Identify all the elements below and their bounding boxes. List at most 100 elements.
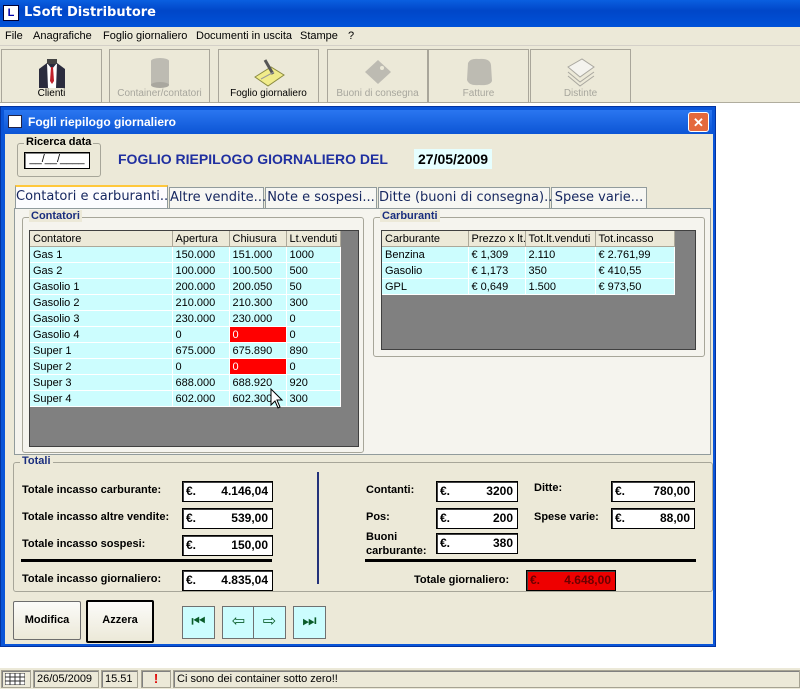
menu-file[interactable]: File xyxy=(5,30,23,42)
table-row[interactable]: Benzina € 1,309 2.110 € 2.761,99 xyxy=(382,246,675,263)
app-title-bar[interactable]: L LSoft Distributore xyxy=(0,0,800,27)
date-search-input[interactable]: __/__/____ xyxy=(24,152,90,169)
last-record-icon[interactable]: ⏭ xyxy=(293,606,326,639)
modifica-button[interactable]: Modifica xyxy=(13,601,81,640)
table-cell[interactable]: 675.000 xyxy=(172,342,230,359)
tot-giornaliero-incasso-field[interactable]: €. 4.835,04 xyxy=(182,570,273,591)
previous-record-icon[interactable]: ⇦ xyxy=(222,606,255,639)
contanti-field[interactable]: €. 3200 xyxy=(436,481,518,502)
contatori-grid[interactable]: Contatore Apertura Chiusura Lt.venduti Gas … xyxy=(29,230,359,447)
table-cell[interactable]: 230.000 xyxy=(172,310,230,327)
table-cell[interactable]: 2.110 xyxy=(525,246,596,263)
table-row[interactable]: Gasolio 4000 xyxy=(30,326,341,343)
table-cell[interactable]: € 0,649 xyxy=(468,278,526,295)
table-cell[interactable]: GPL xyxy=(382,278,469,295)
table-cell[interactable]: 1000 xyxy=(286,246,341,263)
contatori-header-0[interactable]: Contatore xyxy=(30,231,173,247)
table-cell[interactable]: € 1,173 xyxy=(468,262,526,279)
table-cell[interactable]: € 1,309 xyxy=(468,246,526,263)
carburanti-header-0[interactable]: Carburante xyxy=(382,231,469,247)
menu-stampe[interactable]: Stampe xyxy=(300,30,338,42)
table-cell[interactable]: 210.000 xyxy=(172,294,230,311)
table-cell[interactable]: € 2.761,99 xyxy=(595,246,675,263)
table-cell[interactable]: 200.000 xyxy=(172,278,230,295)
table-cell[interactable]: 150.000 xyxy=(172,246,230,263)
table-cell[interactable]: 50 xyxy=(286,278,341,295)
table-cell[interactable]: Gasolio 1 xyxy=(30,278,173,295)
table-row[interactable]: Gasolio 3 230.000 230.000 0 xyxy=(30,310,341,327)
tot-carburante-field[interactable]: €. 4.146,04 xyxy=(182,481,273,502)
table-cell[interactable]: 151.000 xyxy=(229,246,287,263)
table-cell[interactable]: Super 3 xyxy=(30,374,173,391)
menu-anagrafiche[interactable]: Anagrafiche xyxy=(33,30,92,42)
buoni-carburante-field[interactable]: €. 380 xyxy=(436,533,518,554)
table-cell[interactable]: 230.000 xyxy=(229,310,287,327)
table-cell[interactable]: 100.500 xyxy=(229,262,287,279)
table-cell[interactable]: 0 xyxy=(286,358,341,375)
table-row[interactable]: Gas 1 150.000 151.000 1000 xyxy=(30,246,341,263)
table-cell[interactable]: € 410,55 xyxy=(595,262,675,279)
carburanti-grid[interactable]: Carburante Prezzo x lt. Tot.lt.venduti Tot.… xyxy=(381,230,696,350)
table-cell[interactable]: 1.500 xyxy=(525,278,596,295)
contatori-header-3[interactable]: Lt.venduti xyxy=(286,231,341,247)
table-cell[interactable]: 602.000 xyxy=(172,390,230,407)
carburanti-header-2[interactable]: Tot.lt.venduti xyxy=(525,231,596,247)
table-row[interactable]: Gas 2 100.000 100.500 500 xyxy=(30,262,341,279)
table-row[interactable]: Gasolio 1 200.000 200.050 50 xyxy=(30,278,341,295)
table-cell[interactable]: 0 xyxy=(172,326,230,343)
close-icon[interactable]: ✕ xyxy=(688,112,709,132)
table-cell[interactable]: 350 xyxy=(525,262,596,279)
table-row[interactable]: Gasolio 2 210.000 210.300 300 xyxy=(30,294,341,311)
table-cell[interactable]: 200.050 xyxy=(229,278,287,295)
table-cell[interactable]: Gasolio xyxy=(382,262,469,279)
table-cell[interactable]: 300 xyxy=(286,294,341,311)
contatori-header-2[interactable]: Chiusura xyxy=(229,231,287,247)
menu-help[interactable]: ? xyxy=(348,30,354,42)
azzera-button[interactable]: Azzera xyxy=(86,600,154,643)
table-cell[interactable]: Gasolio 2 xyxy=(30,294,173,311)
table-cell[interactable]: Gas 1 xyxy=(30,246,173,263)
table-row[interactable]: Super 4 602.000 602.300 300 xyxy=(30,390,341,407)
table-cell[interactable]: € 973,50 xyxy=(595,278,675,295)
tot-sospesi-field[interactable]: €. 150,00 xyxy=(182,535,273,556)
ditte-field[interactable]: €. 780,00 xyxy=(611,481,695,502)
first-record-icon[interactable]: ⏮ xyxy=(182,606,215,639)
pos-field[interactable]: €. 200 xyxy=(436,508,518,529)
tot-altre-vendite-field[interactable]: €. 539,00 xyxy=(182,508,273,529)
table-cell[interactable]: 675.890 xyxy=(229,342,287,359)
toolbar-container-button[interactable]: Container/contatori xyxy=(109,49,210,103)
table-cell[interactable]: 0 xyxy=(229,358,287,375)
table-cell[interactable]: 890 xyxy=(286,342,341,359)
table-cell[interactable]: 500 xyxy=(286,262,341,279)
toolbar-buoni-button[interactable]: Buoni di consegna xyxy=(327,49,428,103)
menu-foglio-giornaliero[interactable]: Foglio giornaliero xyxy=(103,30,187,42)
table-cell[interactable]: Gas 2 xyxy=(30,262,173,279)
table-cell[interactable]: Gasolio 3 xyxy=(30,310,173,327)
totale-giornaliero-field[interactable]: €. 4.648,00 xyxy=(526,570,616,591)
table-cell[interactable]: 210.300 xyxy=(229,294,287,311)
toolbar-distinte-button[interactable]: Distinte xyxy=(530,49,631,103)
table-cell[interactable]: Super 4 xyxy=(30,390,173,407)
toolbar-foglio-button[interactable]: Foglio giornaliero xyxy=(218,49,319,103)
carburanti-header-1[interactable]: Prezzo x lt. xyxy=(468,231,526,247)
table-cell[interactable]: Super 1 xyxy=(30,342,173,359)
table-row[interactable]: Super 2000 xyxy=(30,358,341,375)
spese-varie-field[interactable]: €. 88,00 xyxy=(611,508,695,529)
table-cell[interactable]: 300 xyxy=(286,390,341,407)
toolbar-clienti-button[interactable]: Clienti xyxy=(1,49,102,103)
table-row[interactable]: Super 1 675.000 675.890 890 xyxy=(30,342,341,359)
menu-documenti[interactable]: Documenti in uscita xyxy=(196,30,292,42)
table-cell[interactable]: 0 xyxy=(286,326,341,343)
table-row[interactable]: GPL € 0,649 1.500 € 973,50 xyxy=(382,278,675,295)
table-row[interactable]: Gasolio € 1,173 350 € 410,55 xyxy=(382,262,675,279)
table-cell[interactable]: 0 xyxy=(229,326,287,343)
table-cell[interactable]: 100.000 xyxy=(172,262,230,279)
table-cell[interactable]: Gasolio 4 xyxy=(30,326,173,343)
table-cell[interactable]: 920 xyxy=(286,374,341,391)
next-record-icon[interactable]: ⇨ xyxy=(253,606,286,639)
table-cell[interactable]: Super 2 xyxy=(30,358,173,375)
contatori-header-1[interactable]: Apertura xyxy=(172,231,230,247)
table-cell[interactable]: Benzina xyxy=(382,246,469,263)
table-row[interactable]: Super 3 688.000 688.920 920 xyxy=(30,374,341,391)
carburanti-header-3[interactable]: Tot.incasso xyxy=(595,231,675,247)
